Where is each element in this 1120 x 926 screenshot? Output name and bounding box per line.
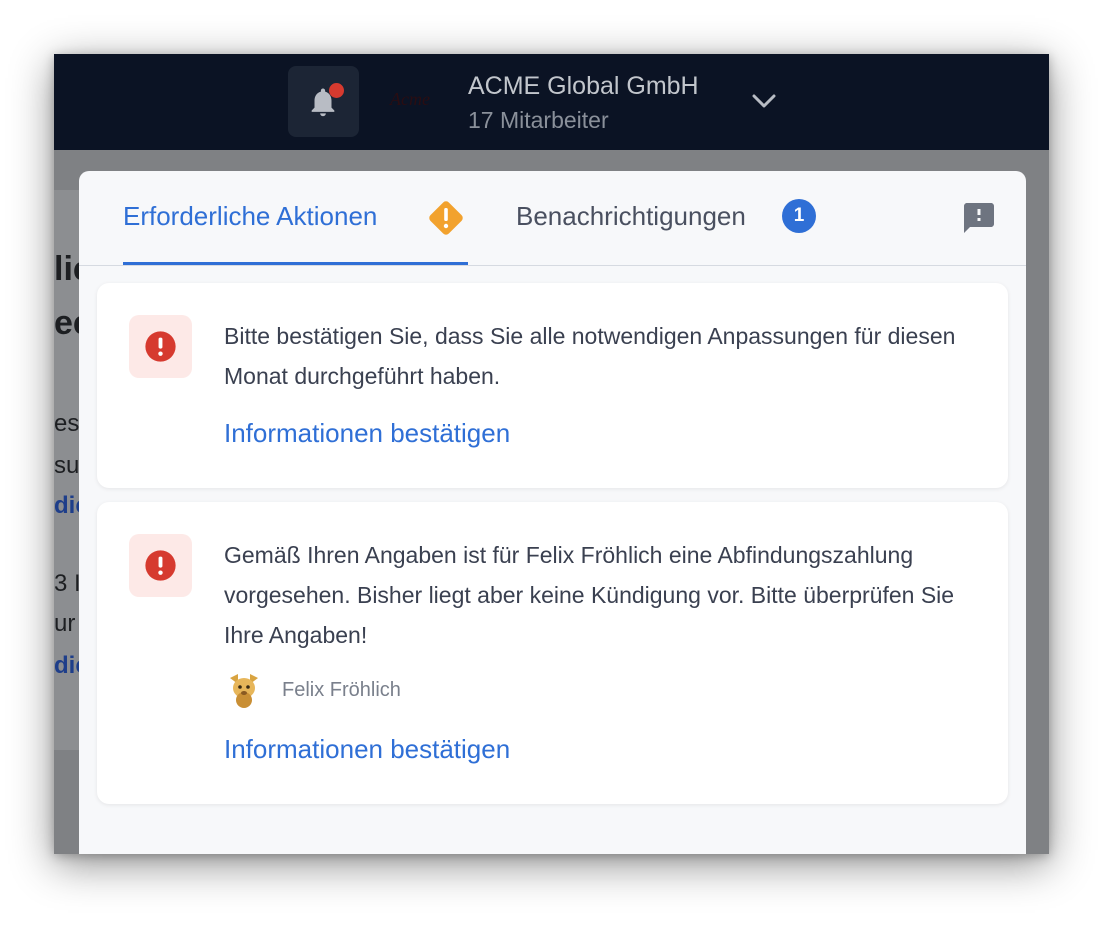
action-card: Bitte bestätigen Sie, dass Sie alle notw…	[97, 283, 1008, 488]
alert-badge	[129, 315, 192, 378]
action-card: Gemäß Ihren Angaben ist für Felix Fröhli…	[97, 502, 1008, 804]
confirm-information-link[interactable]: Informationen bestätigen	[224, 418, 510, 449]
tab-required-actions[interactable]: Erforderliche Aktionen	[123, 201, 377, 263]
notification-dot	[329, 83, 344, 98]
warning-diamond-icon	[429, 201, 463, 235]
company-name[interactable]: ACME Global GmbH	[468, 72, 699, 101]
bg-fragment: es	[54, 410, 80, 437]
tab-label: Benachrichtigungen	[516, 201, 746, 231]
company-logo: Acme	[390, 89, 430, 109]
confirm-information-link[interactable]: Informationen bestätigen	[224, 734, 510, 765]
action-message: Gemäß Ihren Angaben ist für Felix Fröhli…	[224, 542, 955, 648]
tab-notifications[interactable]: Benachrichtigungen	[516, 201, 746, 263]
alert-circle-icon	[145, 331, 176, 362]
notifications-button[interactable]	[288, 66, 359, 137]
notification-count-badge: 1	[782, 199, 816, 233]
bg-fragment: ur	[54, 610, 76, 637]
tab-bar: Erforderliche Aktionen Benachrichtigunge…	[79, 171, 1026, 266]
action-message: Bitte bestätigen Sie, dass Sie alle notw…	[224, 323, 956, 389]
bg-fragment: su	[54, 452, 80, 479]
employee-count: 17 Mitarbeiter	[468, 107, 609, 133]
alert-badge	[129, 534, 192, 597]
employee-name: Felix Fröhlich	[282, 679, 401, 701]
app-window: Acme ACME Global GmbH 17 Mitarbeiter lic…	[54, 54, 1049, 854]
actions-popover: Erforderliche Aktionen Benachrichtigunge…	[79, 171, 1026, 854]
avatar	[230, 674, 258, 708]
feedback-icon[interactable]	[961, 200, 997, 236]
top-bar: Acme ACME Global GmbH 17 Mitarbeiter	[54, 54, 1049, 150]
chevron-down-icon[interactable]	[751, 92, 777, 110]
active-tab-indicator	[123, 262, 468, 265]
bg-fragment: 3 I	[54, 570, 81, 597]
alert-circle-icon	[145, 550, 176, 581]
tab-label: Erforderliche Aktionen	[123, 201, 378, 231]
